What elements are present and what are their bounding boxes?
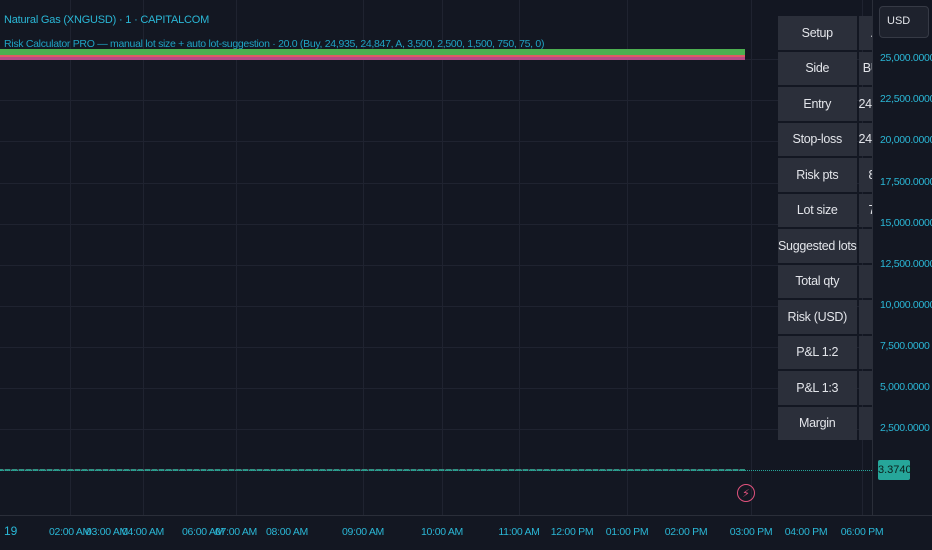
time-axis-label: 07:00 AM (215, 526, 257, 538)
grid-line-vertical (442, 0, 443, 515)
time-axis-label: 02:00 PM (664, 526, 708, 538)
price-scale-label: 25,000.0000 (880, 52, 932, 64)
price-scale-label: 12,500.0000 (880, 258, 932, 270)
grid-line-vertical (627, 0, 628, 515)
time-axis-label: 01:00 PM (605, 526, 649, 538)
grid-line-horizontal (0, 306, 872, 307)
price-scale-label: 2,500.0000 (880, 422, 930, 434)
time-axis-label: 06:00 PM (840, 526, 884, 538)
price-scale-label: 17,500.0000 (880, 176, 932, 188)
table-row-label: P&L 1:3 (778, 371, 857, 405)
table-row-label: Side (778, 51, 857, 85)
price-scale-label: 7,500.0000 (880, 340, 930, 352)
last-price-line (0, 470, 872, 471)
grid-line-horizontal (0, 265, 872, 266)
table-row-label: Risk (USD) (778, 300, 857, 334)
last-price-tag: 3.3740 (878, 460, 912, 480)
price-scale-label: 15,000.0000 (880, 217, 932, 229)
time-axis-label: 11:00 AM (498, 526, 540, 538)
table-row-label: Stop-loss (778, 122, 857, 156)
table-row-label: Margin (778, 406, 857, 440)
grid-line-horizontal (0, 183, 872, 184)
grid-line-horizontal (0, 141, 872, 142)
grid-line-horizontal (0, 100, 872, 101)
price-scale-label: 20,000.0000 (880, 134, 932, 146)
table-row-label: P&L 1:2 (778, 335, 857, 369)
table-row-label: Risk pts (778, 158, 857, 192)
time-axis-label: 04:00 AM (122, 526, 164, 538)
chart-pane[interactable]: Natural Gas (XNGUSD) · 1 · CAPITALCOM Ri… (0, 0, 872, 515)
price-scale-label: 5,000.0000 (880, 381, 930, 393)
grid-line-vertical (143, 0, 144, 515)
risk-level-band (0, 57, 745, 60)
price-scale-label: 22,500.0000 (880, 93, 932, 105)
table-row-label: Suggested lots (778, 229, 857, 263)
time-axis-label: 04:00 PM (784, 526, 828, 538)
price-scale-label: 10,000.0000 (880, 299, 932, 311)
symbol-title[interactable]: Natural Gas (XNGUSD) · 1 · CAPITALCOM (4, 14, 209, 26)
grid-line-horizontal (0, 388, 872, 389)
time-axis-label: 10:00 AM (421, 526, 463, 538)
time-axis-day-label: 19 (4, 524, 18, 538)
grid-line-vertical (70, 0, 71, 515)
grid-line-horizontal (0, 429, 872, 430)
grid-line-horizontal (0, 347, 872, 348)
time-axis-label: 02:00 AM (49, 526, 91, 538)
table-row-label: Lot size (778, 193, 857, 227)
grid-line-vertical (363, 0, 364, 515)
time-axis-label: 09:00 AM (342, 526, 384, 538)
time-axis-label: 08:00 AM (266, 526, 308, 538)
time-axis-label: 12:00 PM (550, 526, 594, 538)
table-row-label: Entry (778, 87, 857, 121)
currency-button[interactable]: USD (879, 6, 929, 38)
grid-line-horizontal (0, 224, 872, 225)
table-row-label: Total qty (778, 264, 857, 298)
table-row-label: Setup (778, 16, 857, 50)
grid-line-vertical (519, 0, 520, 515)
lightning-bolt-icon[interactable]: ⚡ (737, 484, 755, 502)
grid-line-vertical (751, 0, 752, 515)
time-axis-label: 03:00 PM (729, 526, 773, 538)
grid-line-vertical (236, 0, 237, 515)
